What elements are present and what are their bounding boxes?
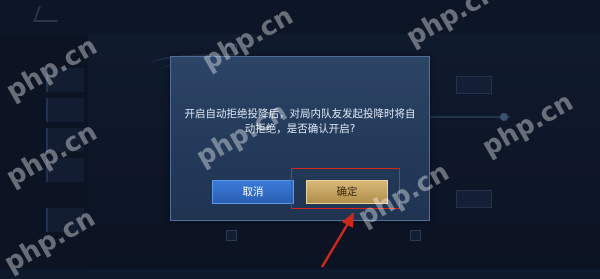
dialog-message: 开启自动拒绝投降后，对局内队友发起投降时将自动拒绝，是否确认开启? xyxy=(184,108,416,135)
pointer-arrow-icon xyxy=(320,212,354,268)
highlight-box xyxy=(291,168,400,209)
cancel-button[interactable]: 取消 xyxy=(212,180,294,204)
